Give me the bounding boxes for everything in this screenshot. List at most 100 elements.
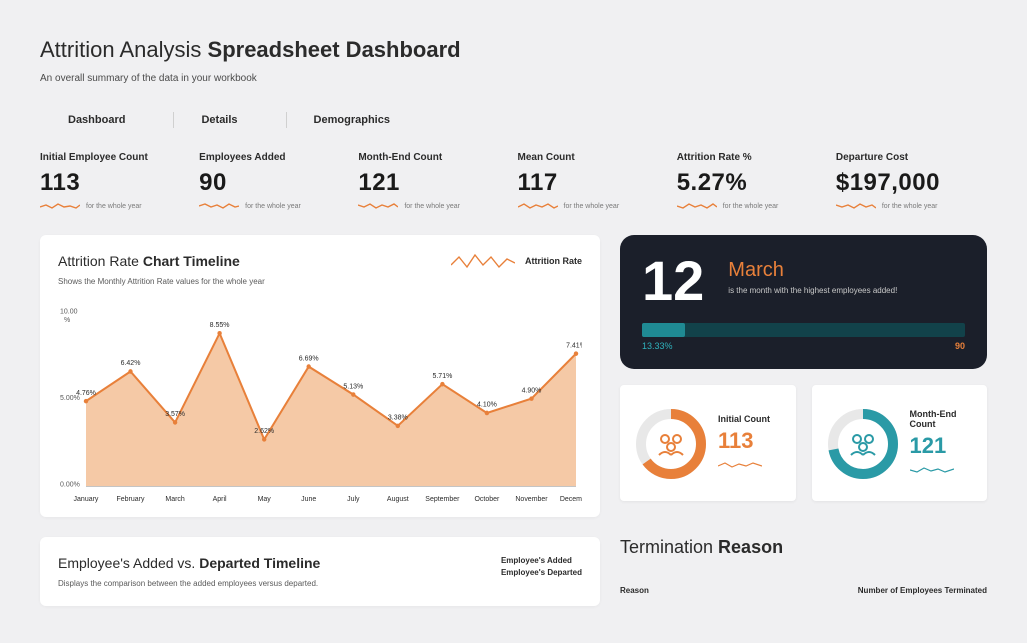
sparkline-icon [518,201,558,211]
svg-text:0.00%: 0.00% [60,480,80,488]
svg-text:8.55%: 8.55% [210,321,230,329]
tab-demographics[interactable]: Demographics [286,106,438,134]
sparkline-icon [718,460,762,470]
kpi-value: 121 [358,169,509,197]
legend-sparkline-icon [451,251,515,271]
added-vs-departed-card: Employee's Added vs. Departed Timeline D… [40,537,600,606]
svg-text:December: December [560,495,582,503]
svg-text:6.69%: 6.69% [299,354,319,362]
kpi-sub: for the whole year [358,201,509,211]
sparkline-icon [836,201,876,211]
svg-text:5.00%: 5.00% [60,394,80,402]
svg-text:3.38%: 3.38% [388,413,408,421]
people-icon [659,435,683,455]
attrition-chart-card: Attrition Rate Chart Timeline Shows the … [40,235,600,517]
svg-text:September: September [425,495,460,503]
col-count: Number of Employees Terminated [858,586,987,595]
donut-chart-initial [632,405,710,483]
kpi-rate: Attrition Rate % 5.27% for the whole yea… [677,152,828,211]
svg-text:5.71%: 5.71% [432,372,452,380]
donut-initial-card: Initial Count 113 [620,385,796,501]
highlight-number: 12 [642,253,704,309]
timeline2-legend: Employee's Added Employee's Departed [501,555,582,579]
svg-text:August: August [387,495,409,503]
bar-left-label: 13.33% [642,341,673,351]
kpi-label: Mean Count [518,152,669,163]
kpi-label: Attrition Rate % [677,152,828,163]
kpi-sub: for the whole year [199,201,350,211]
kpi-sub: for the whole year [836,201,987,211]
tabs: Dashboard Details Demographics [40,106,987,134]
kpi-label: Employees Added [199,152,350,163]
donut-monthend-card: Month-End Count 121 [812,385,988,501]
svg-text:November: November [515,495,548,503]
sparkline-icon [358,201,398,211]
highlight-note: is the month with the highest employees … [728,286,908,295]
kpi-label: Initial Employee Count [40,152,191,163]
kpi-sub: for the whole year [518,201,669,211]
svg-text:7.41%: 7.41% [566,341,582,349]
chart-legend: Attrition Rate [451,251,582,271]
legend-label: Attrition Rate [525,256,582,266]
chart-body: 4.76%6.42%3.57%8.55%2.62%6.69%5.13%3.38%… [58,297,582,505]
chart-subtitle: Shows the Monthly Attrition Rate values … [58,277,582,286]
highlight-bar: 13.33% 90 [642,323,965,337]
svg-text:January: January [74,495,99,503]
donut-value: 113 [718,428,770,454]
svg-text:July: July [347,495,360,503]
kpi-cost: Departure Cost $197,000 for the whole ye… [836,152,987,211]
kpi-label: Month-End Count [358,152,509,163]
donut-label: Initial Count [718,414,770,424]
timeline2-subtitle: Displays the comparison between the adde… [58,579,582,588]
svg-text:2.62%: 2.62% [254,427,274,435]
svg-text:4.10%: 4.10% [477,401,497,409]
kpi-value: 90 [199,169,350,197]
page-subtitle: An overall summary of the data in your w… [40,73,987,84]
bar-right-label: 90 [955,341,965,351]
tab-details[interactable]: Details [173,106,285,134]
highlight-month: March [728,259,965,282]
sparkline-icon [199,201,239,211]
page-title: Attrition Analysis Spreadsheet Dashboard [40,28,987,65]
kpi-added: Employees Added 90 for the whole year [199,152,350,211]
kpi-value: 5.27% [677,169,828,197]
svg-text:October: October [474,495,499,503]
svg-text:3.57%: 3.57% [165,410,185,418]
kpi-value: 113 [40,169,191,197]
line-chart: 4.76%6.42%3.57%8.55%2.62%6.69%5.13%3.38%… [58,297,582,505]
col-reason: Reason [620,586,649,595]
sparkline-icon [40,201,80,211]
legend-departed: Employee's Departed [501,567,582,579]
termination-title: Termination Reason [620,537,987,558]
svg-text:6.42%: 6.42% [121,359,141,367]
kpi-value: 117 [518,169,669,197]
tab-dashboard[interactable]: Dashboard [40,106,173,134]
svg-text:5.13%: 5.13% [343,382,363,390]
kpi-mean: Mean Count 117 for the whole year [518,152,669,211]
svg-text:4.90%: 4.90% [522,386,542,394]
kpi-initial: Initial Employee Count 113 for the whole… [40,152,191,211]
highlight-card: 12 March is the month with the highest e… [620,235,987,369]
donut-label: Month-End Count [910,409,976,429]
title-bold: Spreadsheet Dashboard [208,37,461,62]
donut-chart-monthend [824,405,902,483]
kpi-sub: for the whole year [40,201,191,211]
title-prefix: Attrition Analysis [40,37,208,62]
sparkline-icon [910,465,954,475]
svg-text:June: June [301,495,316,503]
termination-card: Termination Reason Reason Number of Empl… [620,537,987,606]
bar-fill [642,323,685,337]
donut-value: 121 [910,433,976,459]
svg-text:February: February [117,495,145,503]
kpi-row: Initial Employee Count 113 for the whole… [40,152,987,211]
sparkline-icon [677,201,717,211]
legend-added: Employee's Added [501,555,582,567]
svg-text:March: March [165,495,184,503]
svg-text:May: May [258,495,272,503]
people-icon [851,435,875,455]
kpi-label: Departure Cost [836,152,987,163]
termination-table-head: Reason Number of Employees Terminated [620,586,987,595]
svg-text:10.00: 10.00 [60,308,78,316]
svg-text:%: % [64,316,71,324]
kpi-value: $197,000 [836,169,987,197]
